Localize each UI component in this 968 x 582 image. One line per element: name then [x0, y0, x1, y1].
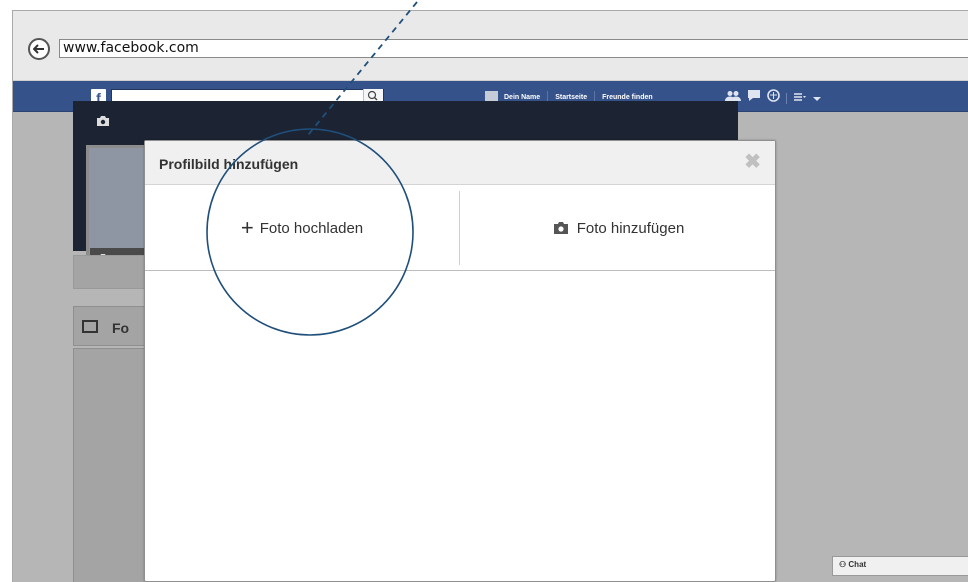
nav-home[interactable]: Startseite — [555, 94, 587, 101]
camera-icon — [553, 222, 568, 234]
photos-section-title: Fo — [112, 320, 130, 336]
browser-toolbar: www.facebook.com — [13, 11, 968, 81]
close-icon[interactable]: ✖ — [744, 152, 761, 172]
notifications-icon[interactable] — [767, 89, 780, 107]
photos-icon — [82, 320, 98, 333]
profile-info-card — [73, 255, 153, 289]
nav-find-friends[interactable]: Freunde finden — [602, 94, 653, 101]
nav-profile-name[interactable]: Dein Name — [504, 94, 540, 101]
plus-icon: + — [240, 215, 254, 240]
chevron-down-icon[interactable] — [813, 89, 821, 107]
chat-icon: ⚇ — [839, 560, 849, 569]
add-photo-label: Foto hinzufügen — [576, 219, 685, 237]
divider — [786, 92, 787, 104]
messages-icon[interactable] — [747, 89, 761, 107]
settings-icon[interactable] — [793, 89, 807, 107]
back-button[interactable] — [28, 38, 50, 60]
dialog-header: Profilbild hinzufügen ✖ — [145, 141, 775, 185]
address-bar[interactable]: www.facebook.com — [59, 39, 968, 58]
camera-icon[interactable] — [96, 114, 110, 126]
page: www.facebook.com f Dein Name Startseite … — [0, 0, 968, 582]
upload-photo-button[interactable]: + Foto hochladen — [145, 185, 459, 271]
back-arrow-icon — [33, 44, 44, 54]
chat-label: Chat — [848, 560, 867, 569]
photos-section-header[interactable]: Fo — [73, 306, 153, 346]
dialog-title: Profilbild hinzufügen — [159, 156, 299, 172]
facebook-jewel-icons — [725, 89, 821, 107]
add-photo-button[interactable]: Foto hinzufügen — [460, 185, 777, 271]
dialog-options: + Foto hochladen Foto hinzufügen — [145, 185, 775, 271]
chat-bar[interactable]: ⚇ Chat — [832, 556, 968, 576]
upload-photo-label: Foto hochladen — [259, 219, 364, 237]
add-profile-picture-dialog: Profilbild hinzufügen ✖ + Foto hochladen… — [144, 140, 776, 582]
photos-section-body — [73, 348, 153, 582]
